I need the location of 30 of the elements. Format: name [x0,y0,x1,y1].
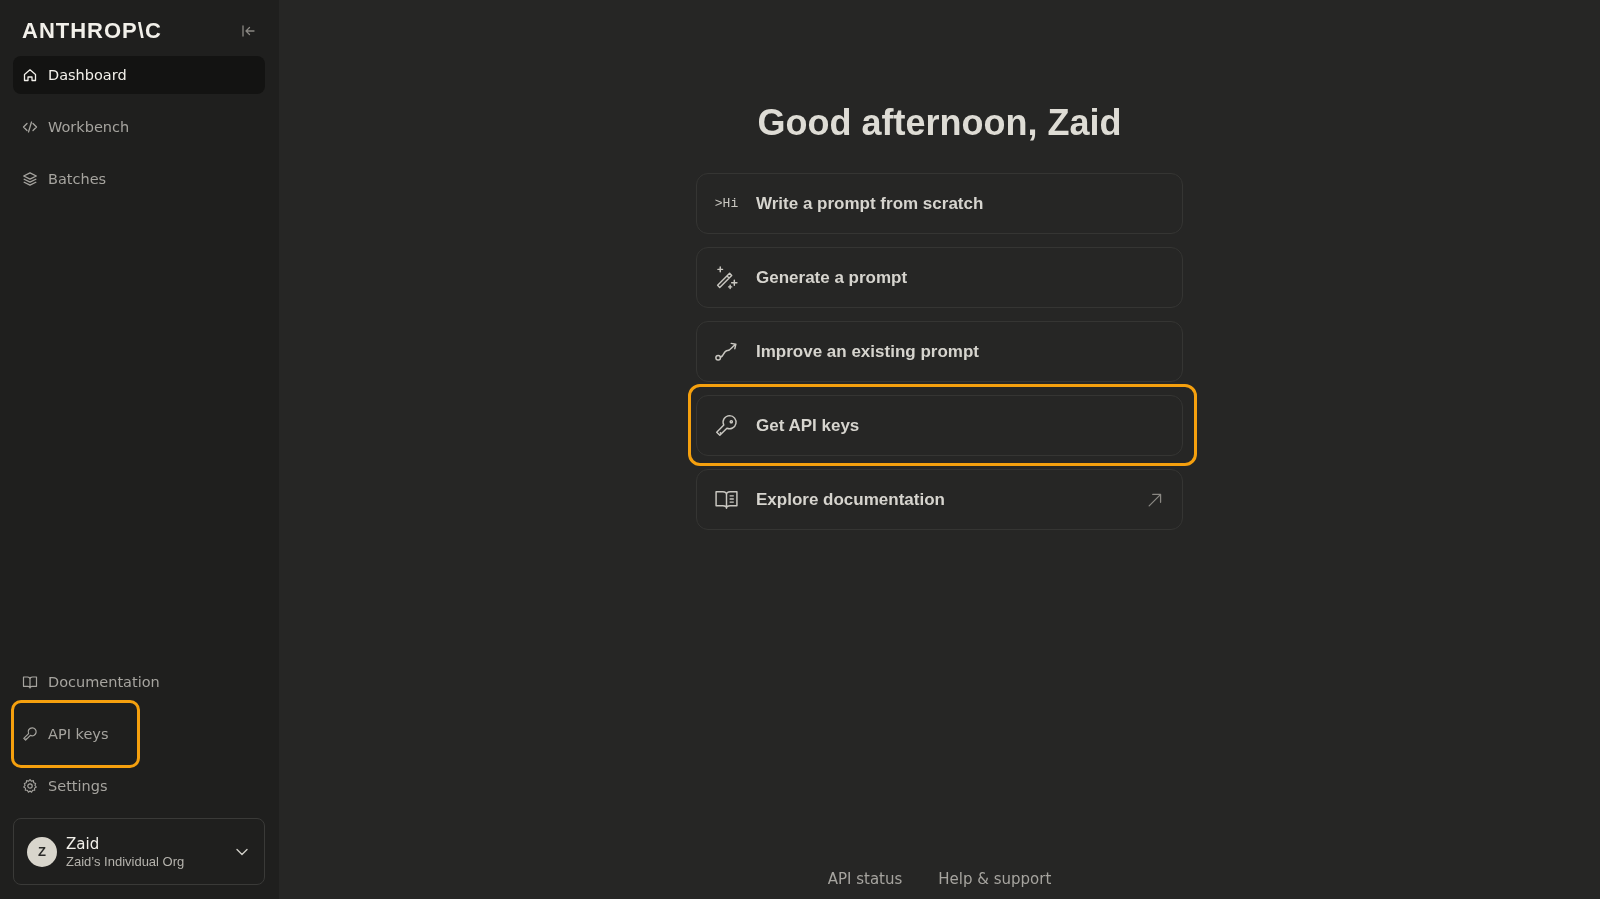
nav-item[interactable]: Settings [13,767,265,805]
avatar: Z [27,836,57,867]
nav-item[interactable]: Dashboard [13,56,265,94]
magic-wand-icon [714,265,739,290]
footer-link[interactable]: Help & support [938,869,1052,889]
user-name: Zaid [66,834,101,853]
nav-item[interactable]: API keys [13,715,265,753]
action-card[interactable]: >Hi Write a prompt from scratch [696,173,1183,234]
prompt-glyph-icon: >Hi [714,196,739,211]
book-icon [22,674,38,690]
action-card[interactable]: Improve an existing prompt [696,321,1183,382]
action-card[interactable]: Get API keys [696,395,1183,456]
org-name: Zaid’s Individual Org [66,853,186,869]
layers-icon [22,171,38,187]
key-icon [714,413,739,438]
action-card[interactable]: Generate a prompt [696,247,1183,308]
nav-item[interactable]: Workbench [13,108,265,146]
key-icon [22,726,38,742]
collapse-sidebar-button[interactable] [240,23,256,39]
greeting-heading: Good afternoon, Zaid [757,101,1122,145]
nav-item[interactable]: Documentation [13,663,265,701]
logo: ANTHROP\C [22,18,162,44]
settings-icon [22,778,38,794]
nav-item[interactable]: Batches [13,160,265,198]
account-switcher[interactable]: Z Zaid Zaid’s Individual Org [13,818,265,885]
code-icon [22,119,38,135]
footer-link[interactable]: API status [827,869,903,889]
action-card[interactable]: Explore documentation [696,469,1183,530]
home-icon [22,67,38,83]
collapse-icon [240,23,256,39]
